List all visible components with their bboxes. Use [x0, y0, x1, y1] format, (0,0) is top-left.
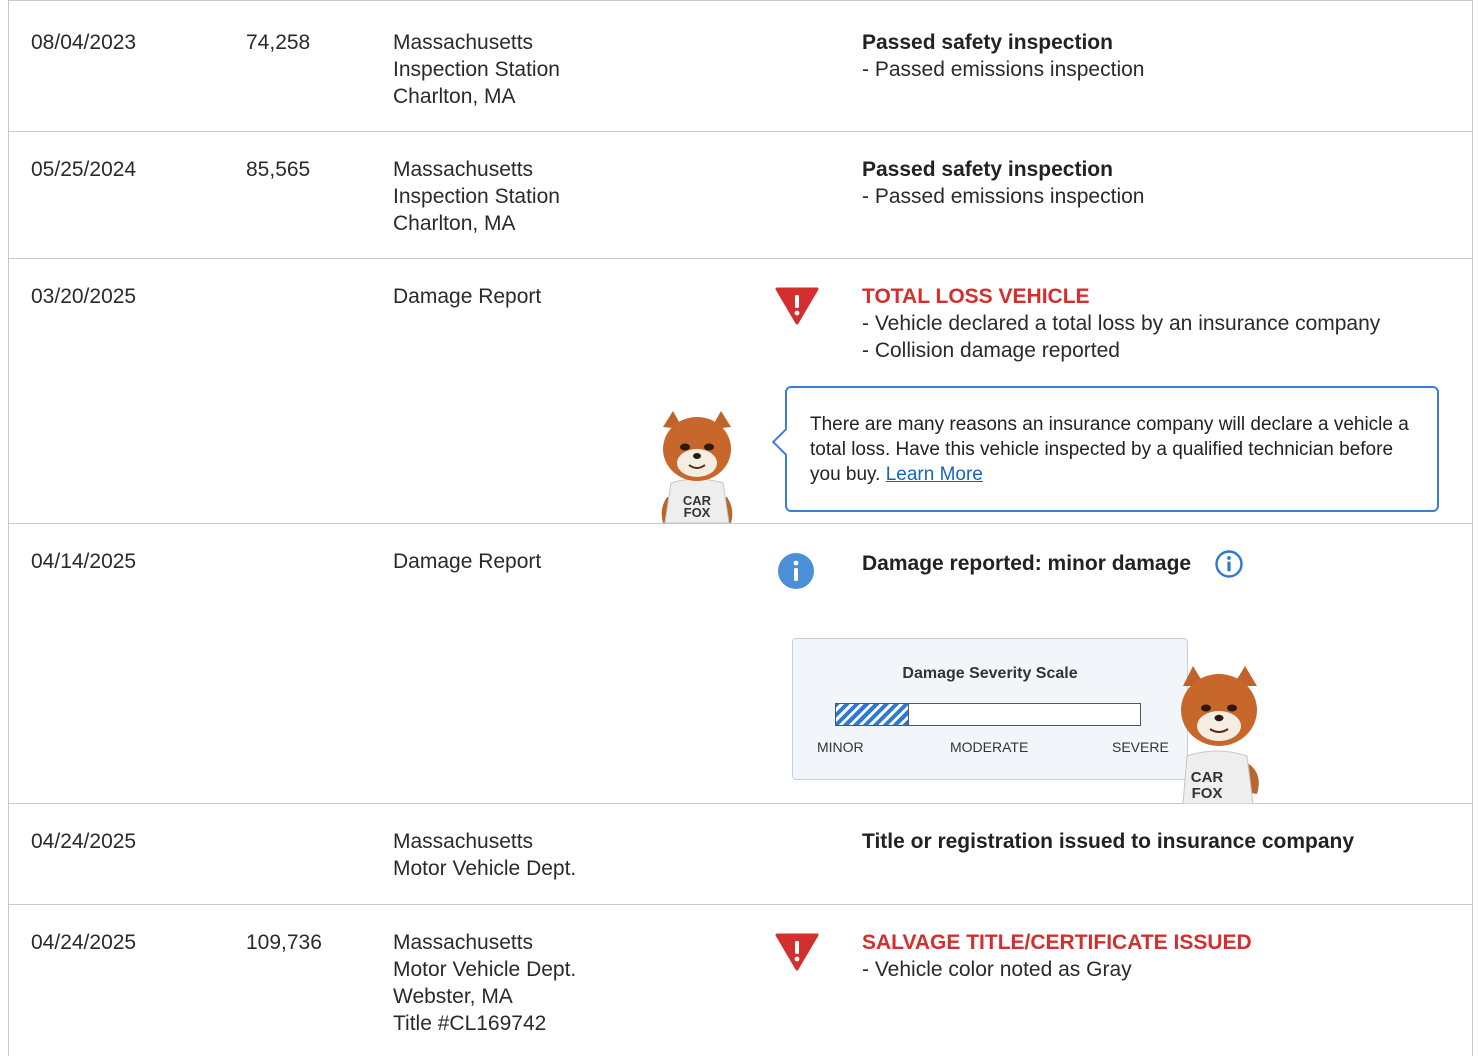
comment-detail: - Passed emissions inspection: [862, 185, 1145, 208]
source-line: Motor Vehicle Dept.: [393, 958, 577, 981]
source-line: Damage Report: [393, 550, 542, 573]
comment-detail: - Collision damage reported: [862, 339, 1120, 362]
row-source: Massachusetts Motor Vehicle Dept.: [393, 828, 576, 882]
scale-track: [835, 703, 1141, 726]
mascot-shirt-text: FOX: [684, 505, 711, 520]
scale-label-moderate: MODERATE: [950, 739, 1029, 755]
comment-headline: Damage reported: minor damage: [862, 552, 1192, 575]
row-date: 04/24/2025: [31, 830, 137, 853]
source-line: Damage Report: [393, 285, 542, 308]
source-line: Massachusetts: [393, 931, 534, 954]
scale-fill: [836, 704, 909, 725]
source-line: Massachusetts: [393, 31, 534, 54]
alert-triangle-icon: [775, 287, 819, 325]
alert-triangle-icon: [775, 933, 819, 971]
source-line: Massachusetts: [393, 830, 534, 853]
info-circle-icon: [778, 553, 814, 589]
row-source: Damage Report: [393, 548, 541, 575]
source-line: Massachusetts: [393, 158, 534, 181]
vehicle-history-table: 08/04/2023 74,258 Massachusetts Inspecti…: [8, 0, 1473, 1056]
row-comments: Passed safety inspection - Passed emissi…: [862, 29, 1144, 83]
history-row: 05/25/2024 85,565 Massachusetts Inspecti…: [9, 132, 1472, 259]
comment-headline: Title or registration issued to insuranc…: [862, 830, 1355, 853]
total-loss-callout: There are many reasons an insurance comp…: [785, 386, 1439, 512]
row-date: 08/04/2023: [31, 31, 137, 54]
row-comments: Passed safety inspection - Passed emissi…: [862, 156, 1144, 210]
comment-headline: TOTAL LOSS VEHICLE: [862, 285, 1090, 308]
carfox-mascot-icon: CAR FOX: [1181, 666, 1259, 804]
row-odometer: 85,565: [246, 158, 311, 181]
scale-title: Damage Severity Scale: [902, 665, 1078, 682]
row-date: 04/24/2025: [31, 931, 137, 954]
row-comments: TOTAL LOSS VEHICLE - Vehicle declared a …: [862, 283, 1380, 364]
source-line: Title #CL169742: [393, 1012, 547, 1035]
source-line: Charlton, MA: [393, 85, 516, 108]
mascot-shirt-text: CAR: [1191, 769, 1224, 786]
history-row: 08/04/2023 74,258 Massachusetts Inspecti…: [9, 1, 1472, 132]
source-line: Inspection Station: [393, 185, 560, 208]
source-line: Inspection Station: [393, 58, 560, 81]
row-date: 04/14/2025: [31, 550, 137, 573]
row-comments: SALVAGE TITLE/CERTIFICATE ISSUED - Vehic…: [862, 929, 1252, 983]
info-outline-icon[interactable]: [1214, 549, 1244, 579]
comment-detail: - Passed emissions inspection: [862, 58, 1145, 81]
source-line: Webster, MA: [393, 985, 513, 1008]
comment-detail: - Vehicle declared a total loss by an in…: [862, 312, 1381, 335]
comment-headline: Passed safety inspection: [862, 158, 1113, 181]
carfox-mascot-icon: CAR FOX: [661, 411, 733, 524]
comment-headline: SALVAGE TITLE/CERTIFICATE ISSUED: [862, 931, 1252, 954]
history-row: 04/24/2025 Massachusetts Motor Vehicle D…: [9, 804, 1472, 905]
row-odometer: 74,258: [246, 31, 311, 54]
history-row: 03/20/2025 Damage Report TOTAL LOSS VEHI…: [9, 259, 1472, 524]
row-comments: Title or registration issued to insuranc…: [862, 828, 1354, 855]
history-row: 04/24/2025 109,736 Massachusetts Motor V…: [9, 905, 1472, 1057]
row-date: 03/20/2025: [31, 285, 137, 308]
history-row: 04/14/2025 Damage Report Damage reported…: [9, 524, 1472, 804]
mascot-shirt-text: FOX: [1192, 785, 1223, 802]
source-line: Charlton, MA: [393, 212, 516, 235]
row-comments: Damage reported: minor damage: [862, 550, 1191, 577]
comment-headline: Passed safety inspection: [862, 31, 1113, 54]
row-odometer: 109,736: [246, 931, 322, 954]
row-source: Massachusetts Inspection Station Charlto…: [393, 156, 560, 237]
row-source: Massachusetts Inspection Station Charlto…: [393, 29, 560, 110]
row-source: Damage Report: [393, 283, 541, 310]
scale-label-severe: SEVERE: [1112, 739, 1169, 755]
damage-severity-scale: Damage Severity Scale MINOR MODERATE SEV…: [792, 638, 1188, 780]
learn-more-link[interactable]: Learn More: [886, 464, 983, 485]
row-date: 05/25/2024: [31, 158, 137, 181]
scale-label-minor: MINOR: [817, 739, 864, 755]
comment-detail: - Vehicle color noted as Gray: [862, 958, 1132, 981]
row-source: Massachusetts Motor Vehicle Dept. Webste…: [393, 929, 576, 1037]
source-line: Motor Vehicle Dept.: [393, 857, 577, 880]
